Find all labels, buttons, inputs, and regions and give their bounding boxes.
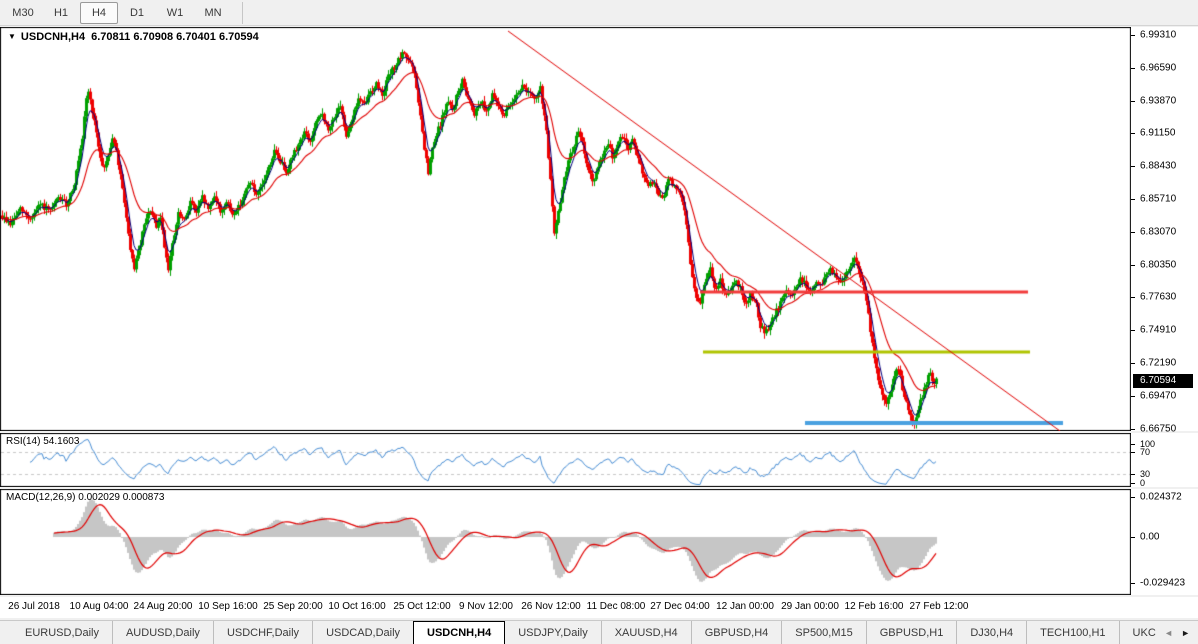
symbol-tab-dj30-h4[interactable]: DJ30,H4 [956, 621, 1026, 644]
price-tick-mark [1131, 363, 1135, 364]
indicator-tick-label: 70 [1140, 447, 1150, 457]
symbol-tabbar: EURUSD,DailyAUDUSD,DailyUSDCHF,DailyUSDC… [0, 620, 1198, 644]
indicator-tick-label: 0.024372 [1140, 492, 1182, 503]
date-tick-label: 24 Aug 20:00 [134, 601, 193, 612]
indicator-tick-mark [1131, 537, 1135, 538]
price-tick-label: 6.93870 [1140, 95, 1176, 106]
symbol-tab-ukc[interactable]: UKC [1119, 621, 1156, 644]
symbol-tab-audusd-daily[interactable]: AUDUSD,Daily [112, 621, 213, 644]
symbol-tab-xauusd-h4[interactable]: XAUUSD,H4 [601, 621, 691, 644]
symbol-tab-usdcnh-h4[interactable]: USDCNH,H4 [413, 621, 505, 644]
price-tick-label: 6.96590 [1140, 62, 1176, 73]
timeframe-button-mn[interactable]: MN [194, 2, 232, 24]
macd-scale[interactable]: 0.024372 0.00 -0.029423 [1131, 489, 1198, 595]
date-tick-label: 25 Sep 20:00 [263, 601, 323, 612]
toolbar-separator [242, 2, 243, 24]
timeframe-button-d1[interactable]: D1 [118, 2, 156, 24]
date-tick-label: 27 Dec 04:00 [650, 601, 710, 612]
price-tick-mark [1131, 35, 1135, 36]
date-tick-label: 11 Dec 08:00 [587, 601, 646, 612]
date-tick-label: 25 Oct 12:00 [393, 601, 450, 612]
macd-indicator-label: MACD(12,26,9) 0.002029 0.000873 [6, 492, 164, 503]
chart-title: ▼ USDCNH,H4 6.70811 6.70908 6.70401 6.7059… [8, 31, 259, 43]
chart-ohlc-values: 6.70811 6.70908 6.70401 6.70594 [91, 31, 259, 43]
price-tick-label: 6.80350 [1140, 259, 1176, 270]
price-tick-label: 6.83070 [1140, 226, 1176, 237]
timeframe-button-h1[interactable]: H1 [42, 2, 80, 24]
timeframe-toolbar: M30H1H4D1W1MN [0, 0, 1198, 26]
price-tick-mark [1131, 68, 1135, 69]
price-tick-label: 6.69470 [1140, 390, 1176, 401]
indicator-tick-label: 0 [1140, 478, 1145, 488]
price-tick-mark [1131, 133, 1135, 134]
date-tick-label: 26 Nov 12:00 [521, 601, 581, 612]
date-tick-label: 27 Feb 12:00 [910, 601, 969, 612]
price-tick-label: 6.77630 [1140, 292, 1176, 303]
indicator-tick-mark [1131, 444, 1135, 445]
price-tick-mark [1131, 232, 1135, 233]
price-tick-mark [1131, 330, 1135, 331]
price-tick-label: 6.91150 [1140, 128, 1175, 139]
symbol-tab-eurusd-daily[interactable]: EURUSD,Daily [12, 621, 112, 644]
chart-symbol: USDCNH,H4 [21, 31, 85, 43]
symbol-tab-usdchf-daily[interactable]: USDCHF,Daily [213, 621, 312, 644]
tab-scroll-right-icon[interactable]: ► [1181, 628, 1190, 638]
chevron-down-icon: ▼ [8, 32, 16, 41]
indicator-tick-mark [1131, 483, 1135, 484]
date-tick-label: 12 Jan 00:00 [716, 601, 774, 612]
price-tick-mark [1131, 297, 1135, 298]
indicator-tick-mark [1131, 497, 1135, 498]
price-tick-label: 6.99310 [1140, 30, 1176, 41]
timeframe-button-m30[interactable]: M30 [4, 2, 42, 24]
symbol-tab-usdjpy-daily[interactable]: USDJPY,Daily [505, 621, 601, 644]
price-tick-mark [1131, 101, 1135, 102]
date-tick-label: 10 Aug 04:00 [70, 601, 129, 612]
price-tick-mark [1131, 396, 1135, 397]
date-tick-label: 9 Nov 12:00 [459, 601, 513, 612]
current-price-badge: 6.70594 [1133, 374, 1193, 388]
price-scale[interactable]: 6.70594 6.99310 6.96590 6.93870 6.91150 6.88… [1131, 27, 1198, 431]
date-tick-label: 10 Oct 16:00 [328, 601, 385, 612]
rsi-scale[interactable]: 10070300 [1131, 433, 1198, 487]
date-tick-label: 29 Jan 00:00 [781, 601, 839, 612]
tab-scrollers: ◄► [1156, 621, 1198, 644]
date-axis[interactable]: 26 Jul 2018 10 Aug 04:00 24 Aug 20:00 10 Se… [0, 597, 1198, 618]
indicator-tick-label: 0.00 [1140, 532, 1159, 543]
indicator-tick-mark [1131, 583, 1135, 584]
price-tick-mark [1131, 166, 1135, 167]
main-chart-canvas[interactable] [0, 27, 1131, 431]
price-tick-mark [1131, 265, 1135, 266]
timeframe-button-h4[interactable]: H4 [80, 2, 118, 24]
date-tick-label: 10 Sep 16:00 [198, 601, 258, 612]
price-tick-label: 6.85710 [1140, 194, 1176, 205]
symbol-tab-usdcad-daily[interactable]: USDCAD,Daily [312, 621, 413, 644]
date-tick-label: 26 Jul 2018 [8, 601, 60, 612]
macd-panel-canvas[interactable] [0, 489, 1131, 595]
price-tick-mark [1131, 429, 1135, 430]
price-tick-mark [1131, 199, 1135, 200]
tab-scroll-left-icon[interactable]: ◄ [1164, 628, 1173, 638]
symbol-tab-gbpusd-h1[interactable]: GBPUSD,H1 [866, 621, 957, 644]
indicator-tick-mark [1131, 474, 1135, 475]
price-tick-label: 6.88430 [1140, 161, 1176, 172]
symbol-tab-tech100-h1[interactable]: TECH100,H1 [1026, 621, 1118, 644]
price-tick-label: 6.72190 [1140, 358, 1176, 369]
timeframe-button-w1[interactable]: W1 [156, 2, 194, 24]
rsi-panel-canvas[interactable] [0, 433, 1131, 487]
rsi-indicator-label: RSI(14) 54.1603 [6, 436, 79, 447]
symbol-tab-gbpusd-h4[interactable]: GBPUSD,H4 [691, 621, 782, 644]
price-tick-label: 6.74910 [1140, 325, 1176, 336]
indicator-tick-label: -0.029423 [1140, 578, 1185, 589]
symbol-tab-sp500-m15[interactable]: SP500,M15 [781, 621, 865, 644]
indicator-tick-mark [1131, 452, 1135, 453]
date-tick-label: 12 Feb 16:00 [845, 601, 904, 612]
